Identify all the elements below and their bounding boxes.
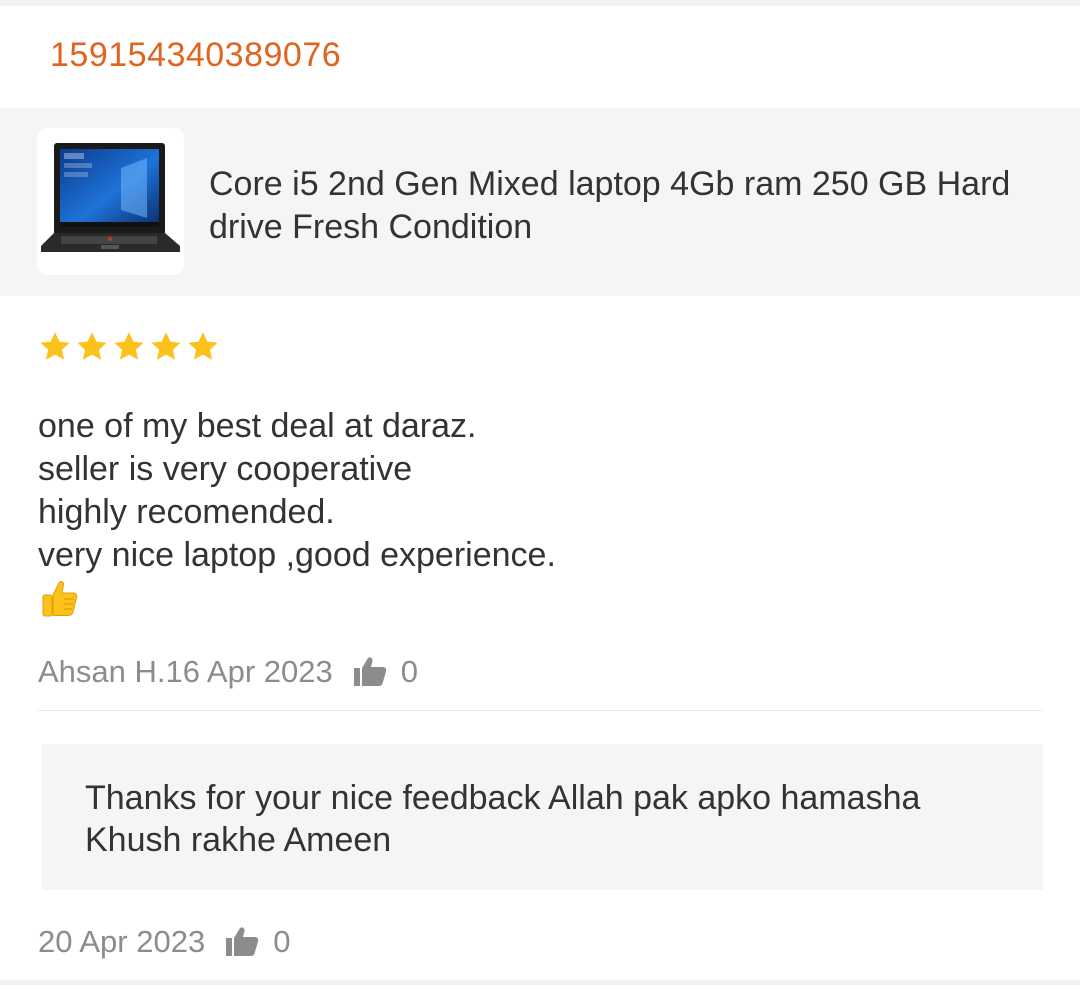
- review-meta: Ahsan H.16 Apr 2023 0: [38, 654, 418, 690]
- seller-reply: Thanks for your nice feedback Allah pak …: [42, 744, 1043, 890]
- review-line: one of my best deal at daraz.: [38, 407, 477, 445]
- review-author-date: Ahsan H.16 Apr 2023: [38, 654, 333, 689]
- star-icon: [188, 332, 218, 360]
- review-line: very nice laptop ,good experience.: [38, 536, 556, 574]
- product-row[interactable]: Core i5 2nd Gen Mixed laptop 4Gb ram 250…: [0, 108, 1080, 296]
- top-separator: [0, 0, 1080, 6]
- like-icon[interactable]: [225, 927, 259, 957]
- reply-meta: 20 Apr 2023 0: [38, 924, 290, 960]
- thumbs-up-emoji-icon: [42, 581, 78, 617]
- rating-stars: [38, 330, 220, 364]
- star-icon: [151, 332, 181, 360]
- review-body: one of my best deal at daraz. seller is …: [38, 405, 556, 577]
- review-line: seller is very cooperative: [38, 450, 413, 488]
- review-like-count: 0: [400, 654, 418, 689]
- star-icon: [77, 332, 107, 360]
- divider: [37, 710, 1043, 711]
- star-icon: [40, 332, 70, 360]
- reply-like-count: 0: [273, 924, 291, 959]
- seller-reply-text: Thanks for your nice feedback Allah pak …: [85, 779, 921, 859]
- bottom-separator: [0, 980, 1080, 985]
- review-line: highly recomended.: [38, 493, 335, 531]
- order-id[interactable]: 159154340389076: [50, 36, 341, 75]
- laptop-icon: [41, 143, 180, 252]
- star-icon: [114, 332, 144, 360]
- reply-date: 20 Apr 2023: [38, 924, 206, 959]
- product-title[interactable]: Core i5 2nd Gen Mixed laptop 4Gb ram 250…: [209, 163, 1029, 249]
- like-icon[interactable]: [353, 657, 387, 687]
- product-thumbnail[interactable]: [37, 128, 184, 275]
